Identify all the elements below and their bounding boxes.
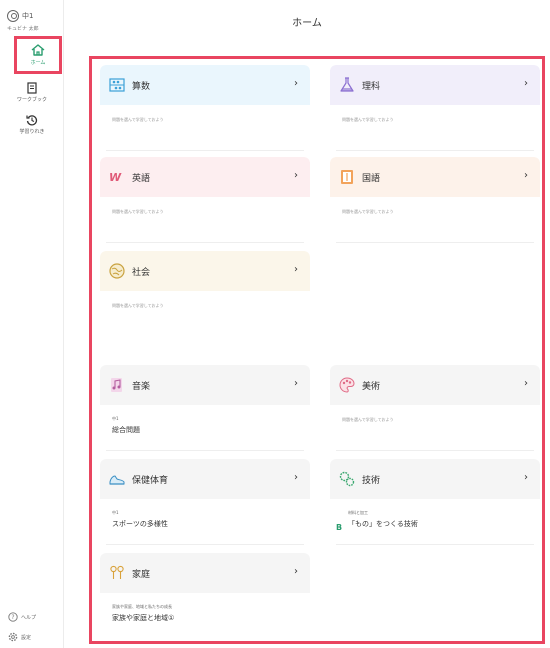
history-icon [26, 115, 38, 126]
chevron-right-icon: › [524, 472, 528, 483]
gear-icon [8, 632, 18, 642]
chevron-right-icon: › [294, 472, 298, 483]
unit-name: 家族や家庭と地域① [112, 614, 175, 622]
subject-card-pe[interactable]: 保健体育 › 中1 スポーツの多様性 [100, 459, 310, 545]
card-title: 算数 [132, 81, 151, 92]
settings-label: 設定 [21, 634, 32, 641]
help-link[interactable]: ? ヘルプ [8, 612, 36, 622]
chevron-right-icon: › [294, 264, 298, 275]
chevron-right-icon: › [524, 378, 528, 389]
card-subtitle: 問題を選んで学習しておよう [342, 117, 394, 122]
subject-card-social[interactable]: 社会 › 問題を選んで学習しておよう [100, 251, 310, 337]
card-title: 美術 [362, 381, 381, 392]
sidebar-item-workbook[interactable]: ワークブック [0, 82, 64, 103]
card-header: 保健体育 › [100, 459, 310, 499]
chevron-right-icon: › [524, 78, 528, 89]
svg-text:?: ? [11, 614, 14, 621]
card-subtitle: 問題を選んで学習しておよう [342, 417, 394, 422]
book-icon [341, 170, 353, 184]
gears-icon [339, 471, 355, 487]
subject-card-music[interactable]: 音楽 › 中1 総合問題 [100, 365, 310, 451]
sidebar-item-home[interactable]: ホーム [14, 36, 62, 74]
sidebar: 中1 キュビナ 太郎 ホーム ワークブック 学習りれき ? ヘルプ 設定 [0, 0, 64, 648]
unit-grade: 中1 [112, 416, 119, 421]
unit-category: 材料と加工 [348, 510, 368, 515]
card-header: W 英語 › [100, 157, 310, 197]
card-header: 算数 › [100, 65, 310, 105]
card-header: 音楽 › [100, 365, 310, 405]
help-label: ヘルプ [21, 614, 37, 621]
card-header: 技術 › [330, 459, 540, 499]
unit-name: スポーツの多様性 [112, 520, 168, 528]
page-title: ホーム [292, 18, 322, 29]
flask-icon [340, 77, 354, 92]
user-grade: 中1 [22, 12, 34, 20]
card-header: 家庭 › [100, 553, 310, 593]
card-subtitle: 問題を選んで学習しておよう [112, 303, 164, 308]
home-icon [31, 44, 45, 56]
palette-icon [339, 377, 355, 393]
subject-card-science[interactable]: 理科 › 問題を選んで学習しておよう [330, 65, 540, 151]
chevron-right-icon: › [294, 566, 298, 577]
notebook-icon [27, 82, 37, 94]
card-header: 社会 › [100, 251, 310, 291]
alphabet-icon: W [109, 171, 122, 184]
card-subtitle: 問題を選んで学習しておよう [342, 209, 394, 214]
subject-card-home-economics[interactable]: 家庭 › 家族や家庭、地域と私たちの成長 家族や家庭と地域① [100, 553, 310, 639]
card-title: 英語 [132, 173, 151, 184]
subject-card-japanese[interactable]: 国語 › 問題を選んで学習しておよう [330, 157, 540, 243]
chevron-right-icon: › [294, 378, 298, 389]
subject-card-tech[interactable]: 技術 › B 材料と加工 「もの」をつくる技術 [330, 459, 540, 545]
card-title: 音楽 [132, 381, 151, 392]
sidebar-item-history[interactable]: 学習りれき [0, 114, 64, 135]
card-title: 社会 [132, 267, 151, 278]
card-title: 保健体育 [132, 475, 169, 486]
unit-badge: B [336, 523, 343, 532]
settings-link[interactable]: 設定 [8, 632, 31, 642]
avatar-icon [7, 10, 19, 22]
abacus-icon [109, 78, 125, 92]
people-icon [110, 565, 124, 579]
unit-name: 「もの」をつくる技術 [348, 520, 418, 528]
chevron-right-icon: › [294, 170, 298, 181]
shoe-icon [109, 475, 125, 485]
subject-card-art[interactable]: 美術 › 問題を選んで学習しておよう [330, 365, 540, 451]
card-header: 美術 › [330, 365, 540, 405]
card-header: 理科 › [330, 65, 540, 105]
chevron-right-icon: › [294, 78, 298, 89]
subject-panel: 算数 › 問題を選んで学習しておよう 理科 › 問題を選んで学習しておよう W … [89, 56, 545, 644]
user-name: キュビナ 太郎 [7, 26, 39, 32]
subject-card-math[interactable]: 算数 › 問題を選んで学習しておよう [100, 65, 310, 151]
card-subtitle: 問題を選んで学習しておよう [112, 209, 164, 214]
card-title: 国語 [362, 173, 381, 184]
sidebar-item-label: ホーム [30, 60, 46, 66]
help-icon: ? [8, 612, 18, 622]
unit-grade: 中1 [112, 510, 119, 515]
sidebar-item-label: 学習りれき [19, 129, 45, 135]
chevron-right-icon: › [524, 170, 528, 181]
subject-card-english[interactable]: W 英語 › 問題を選んで学習しておよう [100, 157, 310, 243]
card-title: 家庭 [132, 569, 151, 580]
music-note-icon [111, 378, 122, 392]
globe-icon [109, 263, 125, 279]
card-title: 理科 [362, 81, 381, 92]
unit-category: 家族や家庭、地域と私たちの成長 [112, 604, 172, 609]
user-profile[interactable]: 中1 キュビナ 太郎 [0, 10, 64, 32]
svg-text:W: W [109, 171, 122, 184]
unit-name: 総合問題 [112, 426, 140, 434]
sidebar-item-label: ワークブック [16, 97, 47, 103]
card-subtitle: 問題を選んで学習しておよう [112, 117, 164, 122]
card-title: 技術 [362, 475, 381, 486]
card-header: 国語 › [330, 157, 540, 197]
